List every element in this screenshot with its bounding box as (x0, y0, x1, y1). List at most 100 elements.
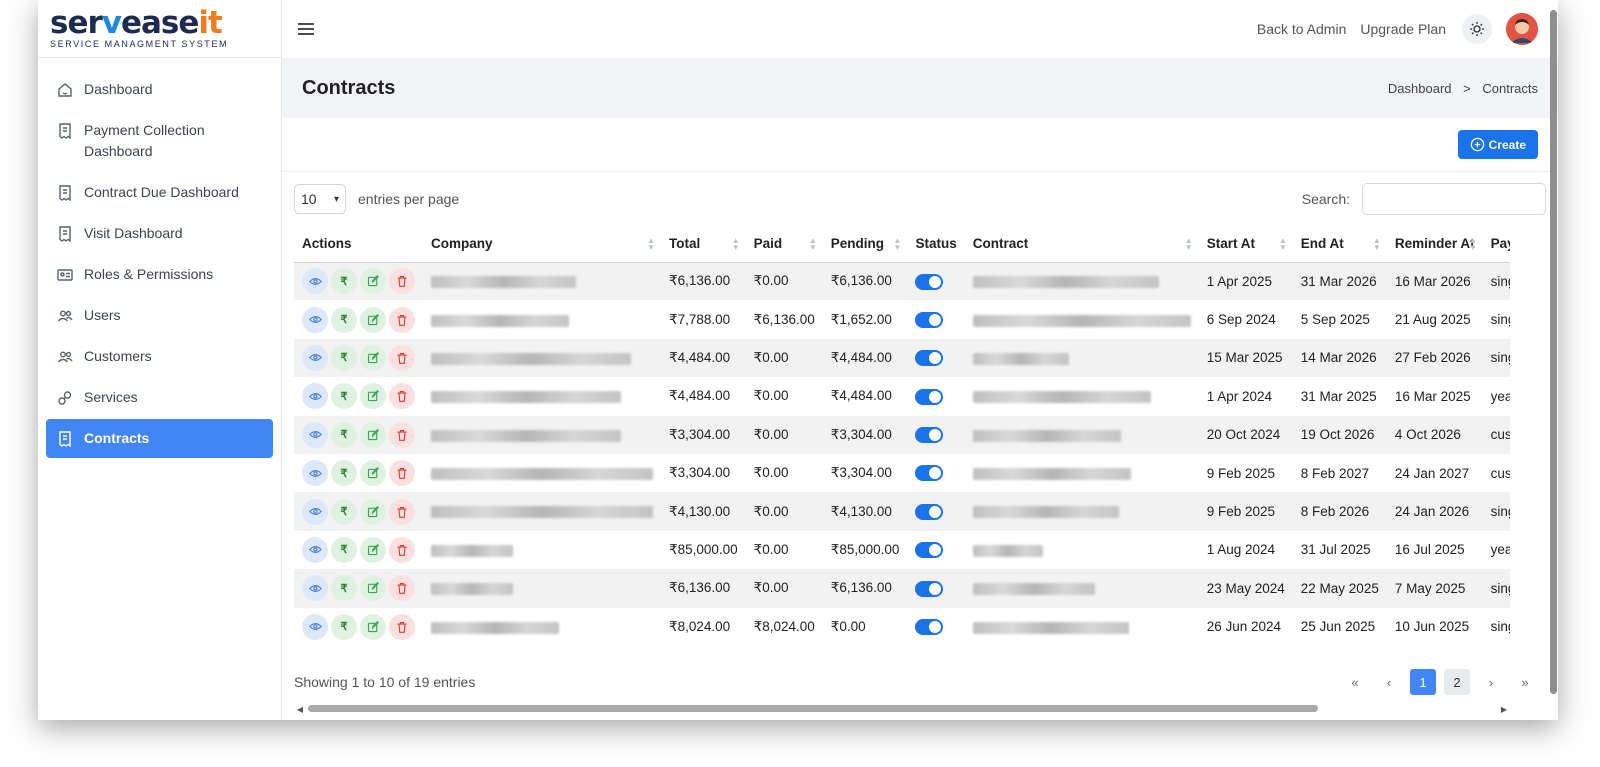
view-icon[interactable] (302, 421, 328, 448)
view-icon[interactable] (302, 575, 328, 602)
page-button-2[interactable]: 2 (1444, 669, 1470, 695)
edit-icon[interactable] (360, 306, 386, 333)
rupee-payment-icon[interactable]: ₹ (331, 536, 357, 563)
status-toggle[interactable] (915, 618, 944, 635)
status-toggle[interactable] (915, 273, 944, 290)
previous-page-button[interactable]: ‹ (1376, 669, 1402, 695)
column-header-total[interactable]: Total ▲ ▼ (661, 226, 746, 263)
rupee-payment-icon[interactable]: ₹ (331, 383, 357, 410)
edit-icon[interactable] (360, 344, 386, 371)
rupee-payment-icon[interactable]: ₹ (331, 268, 357, 295)
delete-icon[interactable] (389, 383, 415, 410)
vertical-scrollbar[interactable] (1548, 10, 1558, 694)
view-icon[interactable] (302, 613, 328, 640)
status-toggle[interactable] (915, 388, 944, 405)
redacted-company-name (431, 352, 631, 365)
sidebar-item-visit-dashboard[interactable]: Visit Dashboard (46, 214, 273, 253)
avatar[interactable] (1506, 13, 1538, 45)
edit-icon[interactable] (360, 383, 386, 410)
delete-icon[interactable] (389, 536, 415, 563)
back-to-admin-link[interactable]: Back to Admin (1257, 21, 1347, 37)
edit-icon[interactable] (360, 613, 386, 640)
status-toggle[interactable] (915, 465, 944, 482)
next-page-button[interactable]: › (1478, 669, 1504, 695)
logo[interactable]: serveaseit SERVICE MANAGMENT SYSTEM (38, 0, 281, 58)
table-row: ₹ ₹4,484.00 ₹0.00 ₹4,484.00 1 Apr 2024 31 Mar… (294, 377, 1510, 415)
sidebar-item-contracts[interactable]: Contracts (46, 419, 273, 458)
edit-icon[interactable] (360, 268, 386, 295)
horizontal-scrollbar-track[interactable] (306, 705, 1498, 713)
status-toggle[interactable] (915, 350, 944, 367)
status-toggle[interactable] (915, 311, 944, 328)
delete-icon[interactable] (389, 460, 415, 487)
rupee-payment-icon[interactable]: ₹ (331, 344, 357, 371)
column-header-company[interactable]: Company ▲ ▼ (423, 226, 661, 263)
scroll-right-arrow-icon[interactable]: ▶ (1498, 705, 1510, 714)
status-toggle[interactable] (915, 426, 944, 443)
view-icon[interactable] (302, 383, 328, 410)
delete-icon[interactable] (389, 498, 415, 525)
rupee-payment-icon[interactable]: ₹ (331, 575, 357, 602)
end-at-cell: 31 Mar 2026 (1292, 262, 1387, 301)
delete-icon[interactable] (389, 268, 415, 295)
last-page-button[interactable]: » (1512, 669, 1538, 695)
vertical-scrollbar-thumb[interactable] (1550, 10, 1557, 694)
status-toggle[interactable] (915, 503, 944, 520)
column-header-paid[interactable]: Paid ▲ ▼ (745, 226, 823, 263)
contract-cell (964, 569, 1199, 608)
scroll-left-arrow-icon[interactable]: ◀ (294, 705, 306, 714)
column-header-pending[interactable]: Pending ▲ ▼ (822, 226, 908, 263)
delete-icon[interactable] (389, 421, 415, 448)
column-header-reminder-at[interactable]: Reminder At ▲ ▼ (1386, 226, 1483, 263)
view-icon[interactable] (302, 268, 328, 295)
logo-tagline: SERVICE MANAGMENT SYSTEM (50, 39, 229, 49)
sidebar-item-roles-permissions[interactable]: Roles & Permissions (46, 255, 273, 294)
view-icon[interactable] (302, 344, 328, 371)
rupee-payment-icon[interactable]: ₹ (331, 460, 357, 487)
horizontal-scrollbar[interactable]: ◀ ▶ (294, 703, 1510, 715)
entries-per-page-select[interactable]: 10 ▾ (294, 184, 346, 214)
rupee-payment-icon[interactable]: ₹ (331, 306, 357, 333)
view-icon[interactable] (302, 536, 328, 563)
column-header-actions: Actions (294, 226, 423, 263)
page-button-1[interactable]: 1 (1410, 669, 1436, 695)
rupee-payment-icon[interactable]: ₹ (331, 613, 357, 640)
status-toggle[interactable] (915, 542, 944, 559)
column-header-start-at[interactable]: Start At ▲ ▼ (1198, 226, 1293, 263)
delete-icon[interactable] (389, 613, 415, 640)
view-icon[interactable] (302, 460, 328, 487)
delete-icon[interactable] (389, 344, 415, 371)
rupee-payment-icon[interactable]: ₹ (331, 498, 357, 525)
edit-icon[interactable] (360, 536, 386, 563)
edit-icon[interactable] (360, 421, 386, 448)
sidebar-item-services[interactable]: Services (46, 378, 273, 417)
create-button[interactable]: Create (1457, 130, 1538, 159)
sidebar-item-dashboard[interactable]: Dashboard (46, 70, 273, 109)
edit-icon[interactable] (360, 498, 386, 525)
sidebar-item-users[interactable]: Users (46, 296, 273, 335)
edit-icon[interactable] (360, 575, 386, 602)
delete-icon[interactable] (389, 575, 415, 602)
company-cell (423, 569, 661, 608)
users-icon (57, 351, 73, 363)
pending-cell: ₹1,652.00 (830, 311, 892, 327)
status-toggle[interactable] (915, 580, 944, 597)
sidebar-item-customers[interactable]: Customers (46, 337, 273, 376)
column-header-contract[interactable]: Contract ▲ ▼ (964, 226, 1199, 263)
hamburger-menu-icon[interactable] (296, 19, 316, 39)
breadcrumb-dashboard-link[interactable]: Dashboard (1388, 81, 1452, 96)
sidebar-item-contract-due-dashboard[interactable]: Contract Due Dashboard (46, 173, 273, 212)
view-icon[interactable] (302, 498, 328, 525)
first-page-button[interactable]: « (1342, 669, 1368, 695)
column-header-end-at[interactable]: End At ▲ ▼ (1292, 226, 1387, 263)
rupee-payment-icon[interactable]: ₹ (331, 421, 357, 448)
view-icon[interactable] (302, 306, 328, 333)
upgrade-plan-link[interactable]: Upgrade Plan (1360, 21, 1446, 37)
sidebar-item-payment-collection-dashboard[interactable]: Payment Collection Dashboard (46, 111, 273, 171)
search-input[interactable] (1362, 183, 1546, 215)
edit-icon[interactable] (360, 460, 386, 487)
column-header-payment[interactable]: Paym (1482, 226, 1510, 263)
theme-toggle-button[interactable] (1462, 14, 1492, 44)
delete-icon[interactable] (389, 306, 415, 333)
horizontal-scrollbar-thumb[interactable] (308, 705, 1318, 712)
